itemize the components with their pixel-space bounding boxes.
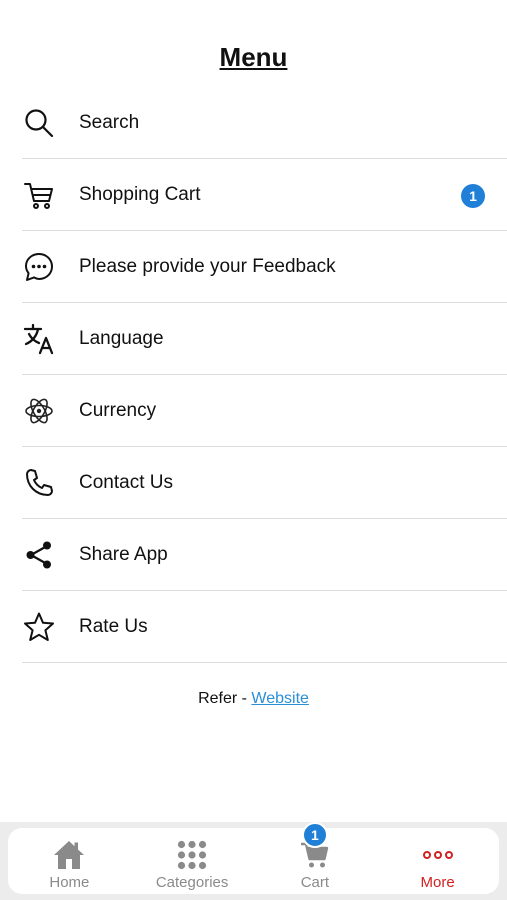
menu-item-share-app[interactable]: Share App [22, 519, 507, 591]
menu-item-label: Contact Us [79, 471, 173, 493]
refer-prefix: Refer - [198, 690, 252, 707]
menu-item-label: Share App [79, 543, 168, 565]
menu-item-feedback[interactable]: Please provide your Feedback [22, 231, 507, 303]
cart-count-badge: 1 [461, 184, 485, 208]
search-icon [22, 106, 56, 140]
menu-item-language[interactable]: Language [22, 303, 507, 375]
menu-item-label: Search [79, 111, 140, 133]
menu-list: Search Shopping Cart 1 Please provide yo… [22, 87, 507, 663]
tab-cart[interactable]: Cart 1 [254, 822, 377, 894]
menu-item-label: Currency [79, 399, 157, 421]
tab-categories[interactable]: Categories [131, 828, 254, 894]
share-icon [22, 538, 56, 572]
tab-label: Categories [155, 874, 229, 891]
bottom-tab-bar: Home Categories Cart 1 More [0, 822, 507, 900]
menu-item-contact-us[interactable]: Contact Us [22, 447, 507, 519]
chat-bubble-icon [22, 250, 56, 284]
tab-bar-panel: Home Categories Cart 1 More [8, 822, 499, 894]
menu-item-currency[interactable]: Currency [22, 375, 507, 447]
menu-item-label: Rate Us [79, 615, 148, 637]
menu-item-search[interactable]: Search [22, 87, 507, 159]
cart-icon [22, 178, 56, 212]
translate-icon [22, 322, 56, 356]
menu-item-shopping-cart[interactable]: Shopping Cart 1 [22, 159, 507, 231]
menu-item-label: Shopping Cart [79, 183, 201, 205]
tab-label: Home [49, 874, 90, 891]
star-icon [22, 610, 56, 644]
tab-label: Cart [300, 874, 330, 891]
menu-item-label: Language [79, 327, 164, 349]
phone-icon [22, 466, 56, 500]
menu-item-rate-us[interactable]: Rate Us [22, 591, 507, 663]
more-dots-icon [422, 838, 454, 872]
tab-home[interactable]: Home [8, 828, 131, 894]
website-link[interactable]: Website [251, 690, 309, 707]
page-title: Menu [219, 42, 288, 72]
cart-count-badge: 1 [301, 822, 328, 848]
refer-line: Refer - Website [0, 690, 507, 708]
grid-icon [177, 838, 207, 872]
home-icon [52, 838, 86, 872]
atom-icon [22, 394, 56, 428]
menu-item-label: Please provide your Feedback [79, 255, 336, 277]
tab-more[interactable]: More [376, 828, 499, 894]
tab-label: More [420, 874, 455, 891]
